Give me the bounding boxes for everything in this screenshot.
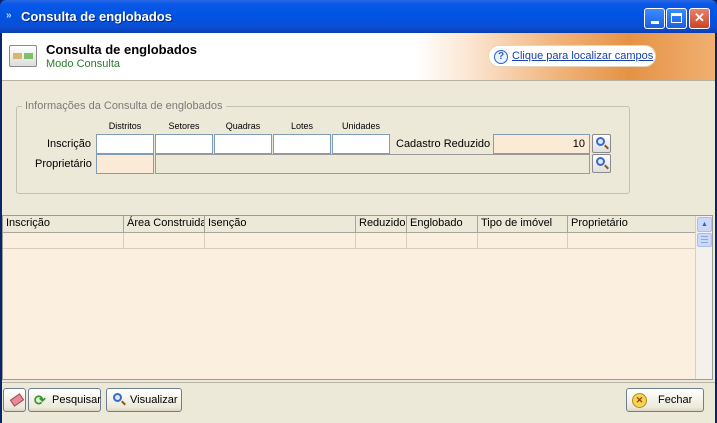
scroll-up-button[interactable]: ▲ bbox=[697, 217, 712, 232]
lotes-input[interactable] bbox=[273, 134, 331, 154]
cadastro-reduzido-label: Cadastro Reduzido bbox=[396, 138, 491, 150]
column-label-quadras: Quadras bbox=[225, 121, 261, 131]
unidades-input[interactable] bbox=[332, 134, 390, 154]
toolbar-divider bbox=[2, 382, 715, 383]
help-icon: ? bbox=[494, 50, 508, 64]
quadras-input[interactable] bbox=[214, 134, 272, 154]
proprietario-name-field bbox=[155, 154, 590, 174]
minimize-button[interactable] bbox=[644, 8, 665, 29]
pesquisar-label: Pesquisar bbox=[52, 394, 101, 406]
clear-button[interactable] bbox=[3, 388, 26, 412]
table-row[interactable] bbox=[3, 233, 695, 249]
grid-column-header[interactable]: Área Construida bbox=[124, 216, 205, 233]
column-label-setores: Setores bbox=[168, 121, 200, 131]
visualizar-button[interactable]: Visualizar bbox=[106, 388, 182, 412]
column-label-lotes: Lotes bbox=[290, 121, 314, 131]
title-bar[interactable]: » Consulta de englobados ✕ bbox=[0, 0, 717, 33]
maximize-button[interactable] bbox=[666, 8, 687, 29]
column-label-distritos: Distritos bbox=[108, 121, 142, 131]
fechar-label: Fechar bbox=[658, 394, 693, 406]
distritos-input[interactable] bbox=[96, 134, 154, 154]
results-grid[interactable]: Inscrição Área Construida Isenção Reduzi… bbox=[2, 215, 713, 380]
window-title: Consulta de englobados bbox=[21, 9, 172, 24]
cadastro-reduzido-lookup-button[interactable] bbox=[592, 134, 611, 153]
form-title: Consulta de englobados bbox=[46, 42, 197, 57]
grid-column-header[interactable]: Isenção bbox=[205, 216, 356, 233]
locate-fields-label: Clique para localizar campos bbox=[512, 50, 654, 62]
magnifier-icon bbox=[112, 393, 127, 407]
query-info-group-title: Informações da Consulta de englobados bbox=[22, 100, 226, 112]
column-label-unidades: Unidades bbox=[341, 121, 381, 131]
form-icon bbox=[9, 45, 37, 67]
grid-header: Inscrição Área Construida Isenção Reduzi… bbox=[3, 216, 695, 233]
grid-column-header[interactable]: Reduzido bbox=[356, 216, 407, 233]
close-button[interactable]: ✕ bbox=[689, 8, 710, 29]
grid-column-header[interactable]: Inscrição bbox=[3, 216, 124, 233]
window-client-area: Consulta de englobados Modo Consulta ? C… bbox=[2, 33, 715, 423]
scroll-thumb[interactable] bbox=[697, 233, 712, 247]
proprietario-label: Proprietário bbox=[35, 158, 92, 170]
grid-column-header[interactable]: Proprietário bbox=[568, 216, 695, 233]
inscricao-label: Inscrição bbox=[47, 138, 92, 150]
window-menu-icon[interactable]: » bbox=[6, 10, 11, 21]
pesquisar-button[interactable]: ⟳ Pesquisar bbox=[28, 388, 101, 412]
grid-column-header[interactable]: Englobado bbox=[407, 216, 478, 233]
minimize-icon bbox=[650, 21, 659, 24]
setores-input[interactable] bbox=[155, 134, 213, 154]
proprietario-lookup-button[interactable] bbox=[592, 154, 611, 173]
maximize-icon bbox=[671, 13, 682, 23]
application-window: » Consulta de englobados ✕ Consulta de e… bbox=[0, 0, 717, 423]
grid-vertical-scrollbar[interactable]: ▲ bbox=[695, 216, 712, 379]
visualizar-label: Visualizar bbox=[130, 394, 178, 406]
eraser-icon bbox=[9, 393, 25, 407]
proprietario-code-input[interactable] bbox=[96, 154, 154, 174]
locate-fields-link[interactable]: ? Clique para localizar campos bbox=[488, 45, 656, 67]
close-icon: ✕ bbox=[694, 10, 705, 25]
exit-icon: ✕ bbox=[632, 393, 647, 408]
form-header: Consulta de englobados Modo Consulta ? C… bbox=[2, 33, 715, 81]
cadastro-reduzido-input[interactable]: 10 bbox=[493, 134, 590, 154]
form-mode: Modo Consulta bbox=[46, 58, 120, 70]
grid-column-header[interactable]: Tipo de imóvel bbox=[478, 216, 568, 233]
refresh-icon: ⟳ bbox=[34, 392, 46, 408]
fechar-button[interactable]: ✕ Fechar bbox=[626, 388, 704, 412]
